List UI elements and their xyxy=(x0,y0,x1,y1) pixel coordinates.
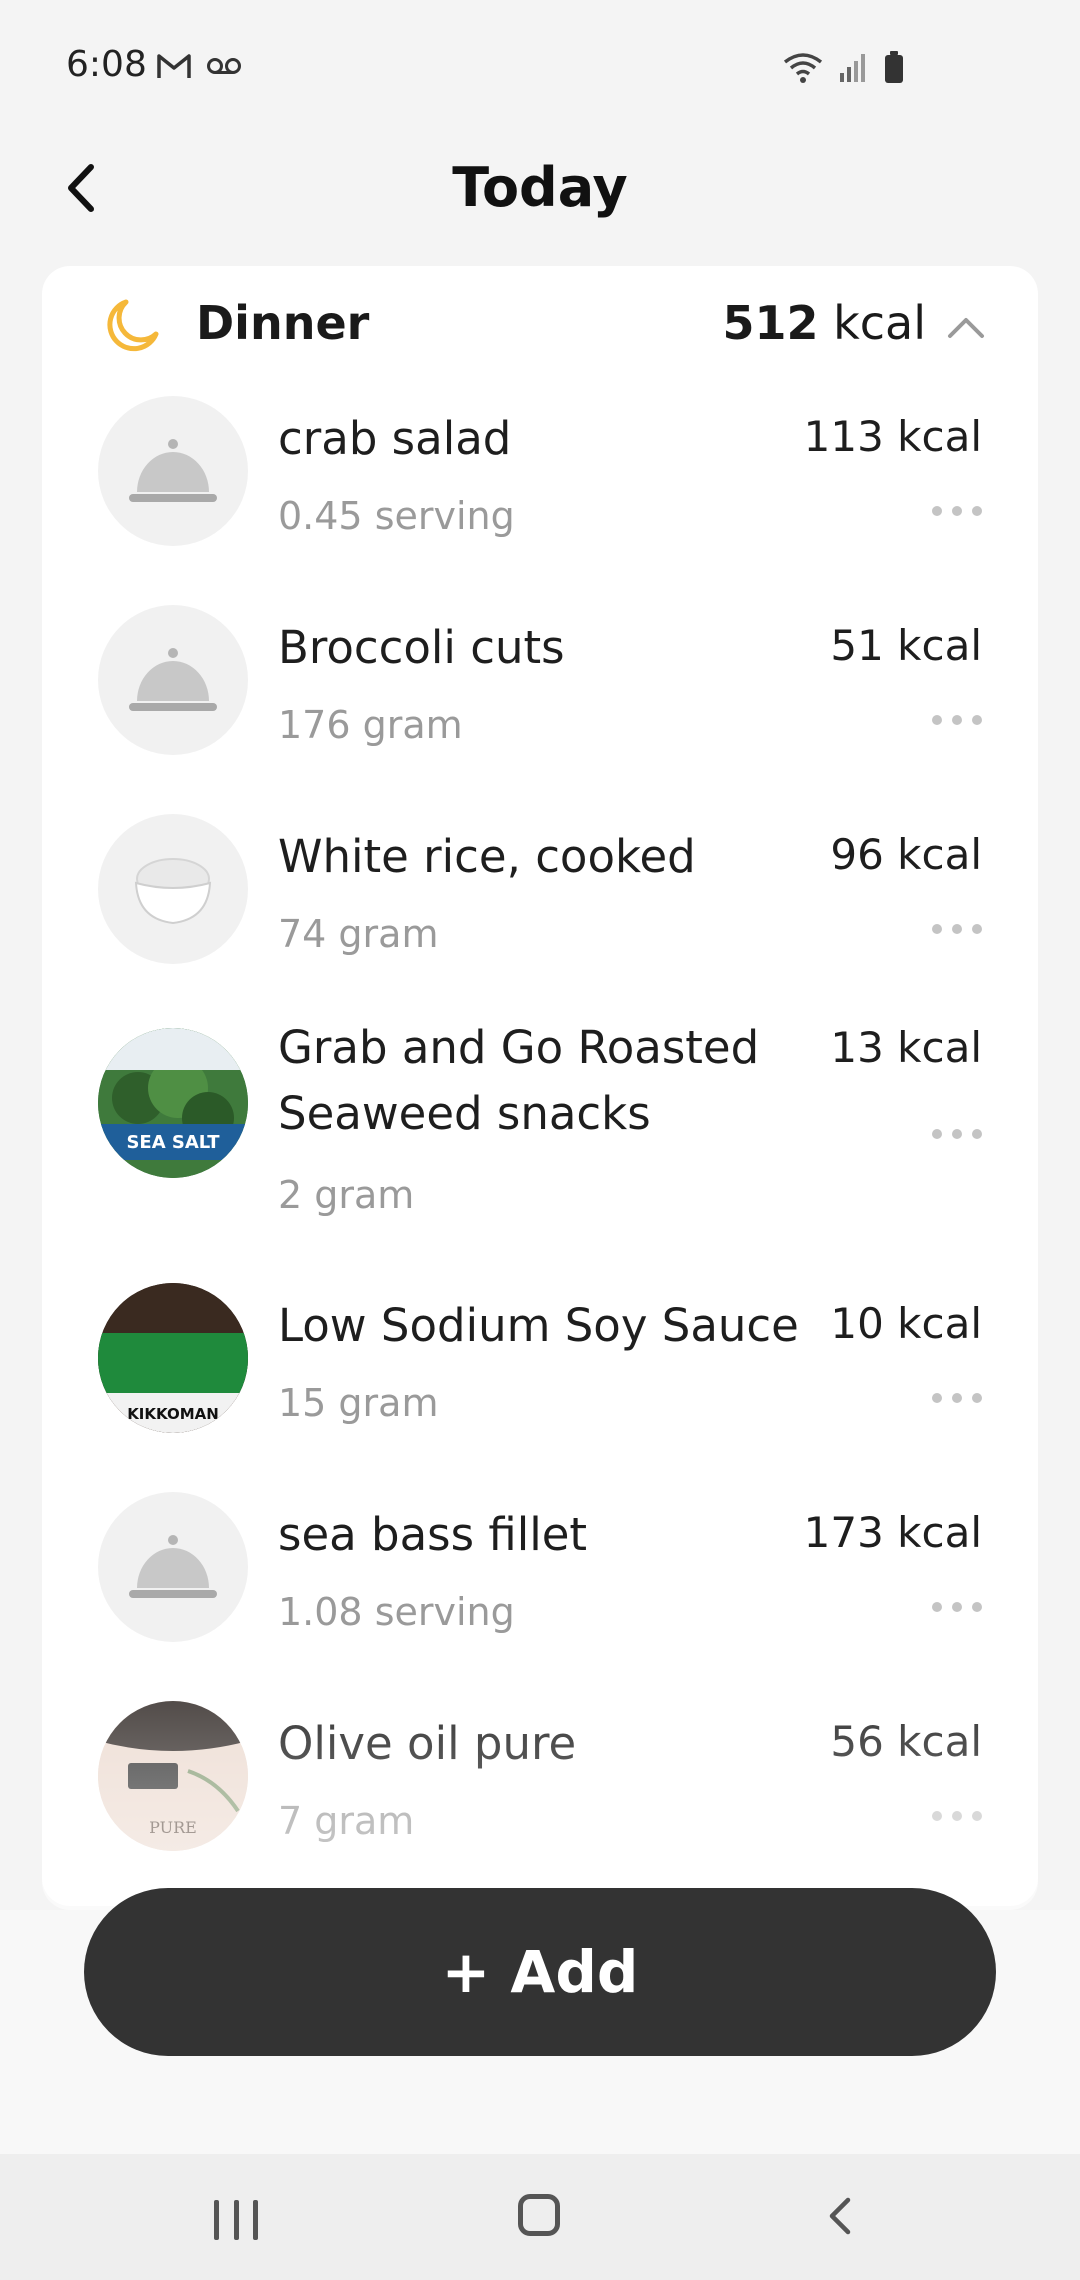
food-kcal: 96 kcal xyxy=(830,830,982,879)
food-list: crab salad 0.45 serving 113 kcal Broccol… xyxy=(42,396,1038,1910)
food-amount: 176 gram xyxy=(278,703,463,747)
more-options-button[interactable] xyxy=(932,1127,982,1141)
food-row[interactable]: PURE Olive oil pure 7 gram 56 kcal xyxy=(42,1701,1038,1910)
system-back-button[interactable] xyxy=(820,2194,864,2238)
food-kcal: 173 kcal xyxy=(803,1508,982,1557)
soy-sauce-bottle-image: KIKKOMAN xyxy=(98,1283,248,1433)
food-amount: 7 gram xyxy=(278,1799,415,1843)
food-name: crab salad xyxy=(278,412,512,465)
cloche-icon xyxy=(129,1535,217,1598)
meal-card: Dinner 512 kcal crab salad 0.45 serving … xyxy=(42,266,1038,1906)
food-kcal: 113 kcal xyxy=(803,412,982,461)
status-time: 6:08 xyxy=(66,44,147,85)
food-amount: 74 gram xyxy=(278,912,439,956)
more-options-button[interactable] xyxy=(932,1809,982,1823)
meal-header[interactable]: Dinner 512 kcal xyxy=(42,266,1038,386)
food-kcal: 56 kcal xyxy=(830,1717,982,1766)
add-button[interactable]: + Add xyxy=(84,1888,996,2056)
meal-total-unit: kcal xyxy=(833,296,926,350)
food-name: Low Sodium Soy Sauce xyxy=(278,1299,799,1352)
soy-thumb-text: KIKKOMAN xyxy=(127,1405,219,1423)
food-amount: 0.45 serving xyxy=(278,494,515,538)
status-right-icons xyxy=(781,50,905,84)
page-title: Today xyxy=(452,156,628,219)
olive-oil-bottle-image: PURE xyxy=(98,1701,248,1851)
food-thumbnail: SEA SALT xyxy=(98,1028,248,1178)
food-name: Olive oil pure xyxy=(278,1717,577,1770)
seaweed-thumb-text: SEA SALT xyxy=(126,1132,220,1153)
olive-thumb-text: PURE xyxy=(149,1818,197,1837)
food-row[interactable]: crab salad 0.45 serving 113 kcal xyxy=(42,396,1038,605)
food-kcal: 51 kcal xyxy=(830,621,982,670)
recents-button[interactable] xyxy=(214,2200,258,2240)
food-name: Broccoli cuts xyxy=(278,621,565,674)
food-amount: 2 gram xyxy=(278,1173,415,1217)
more-options-button[interactable] xyxy=(932,922,982,936)
food-kcal: 10 kcal xyxy=(830,1299,982,1348)
food-row[interactable]: White rice, cooked 74 gram 96 kcal xyxy=(42,814,1038,1023)
moon-icon xyxy=(107,299,159,352)
home-button[interactable] xyxy=(518,2194,560,2236)
more-options-button[interactable] xyxy=(932,504,982,518)
food-amount: 15 gram xyxy=(278,1381,439,1425)
more-options-button[interactable] xyxy=(932,1391,982,1405)
meal-total-value: 512 xyxy=(722,296,819,350)
more-options-button[interactable] xyxy=(932,1600,982,1614)
rice-bowl-image xyxy=(134,858,212,925)
food-amount: 1.08 serving xyxy=(278,1590,515,1634)
food-name: Grab and Go Roasted Seaweed snacks xyxy=(278,1021,760,1140)
voicemail-icon xyxy=(207,58,241,74)
food-name: White rice, cooked xyxy=(278,830,696,883)
status-bar: 6:08 xyxy=(0,0,1080,130)
food-row[interactable]: sea bass fillet 1.08 serving 173 kcal xyxy=(42,1492,1038,1701)
food-thumbnail: KIKKOMAN xyxy=(98,1283,248,1433)
meal-name: Dinner xyxy=(196,296,370,350)
status-left-icons xyxy=(156,52,242,80)
cloche-icon xyxy=(129,439,217,502)
wifi-icon xyxy=(783,53,823,83)
food-thumbnail xyxy=(98,1492,248,1642)
header: Today xyxy=(0,130,1080,260)
battery-icon xyxy=(885,51,903,83)
food-name: sea bass fillet xyxy=(278,1508,588,1561)
more-options-button[interactable] xyxy=(932,713,982,727)
signal-icon xyxy=(840,54,865,82)
system-nav-bar xyxy=(0,2154,1080,2280)
food-thumbnail xyxy=(98,605,248,755)
meal-total-kcal: 512 kcal xyxy=(722,296,926,350)
food-row[interactable]: KIKKOMAN Low Sodium Soy Sauce 15 gram 10… xyxy=(42,1283,1038,1492)
cloche-icon xyxy=(129,648,217,711)
food-thumbnail xyxy=(98,396,248,546)
chevron-up-icon[interactable] xyxy=(946,308,986,348)
food-thumbnail xyxy=(98,814,248,964)
food-thumbnail: PURE xyxy=(98,1701,248,1851)
food-row[interactable]: SEA SALT Grab and Go Roasted Seaweed sna… xyxy=(42,1021,1038,1283)
food-row[interactable]: Broccoli cuts 176 gram 51 kcal xyxy=(42,605,1038,814)
food-kcal: 13 kcal xyxy=(830,1023,982,1072)
gmail-icon xyxy=(157,54,191,78)
seaweed-package-image: SEA SALT xyxy=(98,1028,248,1178)
